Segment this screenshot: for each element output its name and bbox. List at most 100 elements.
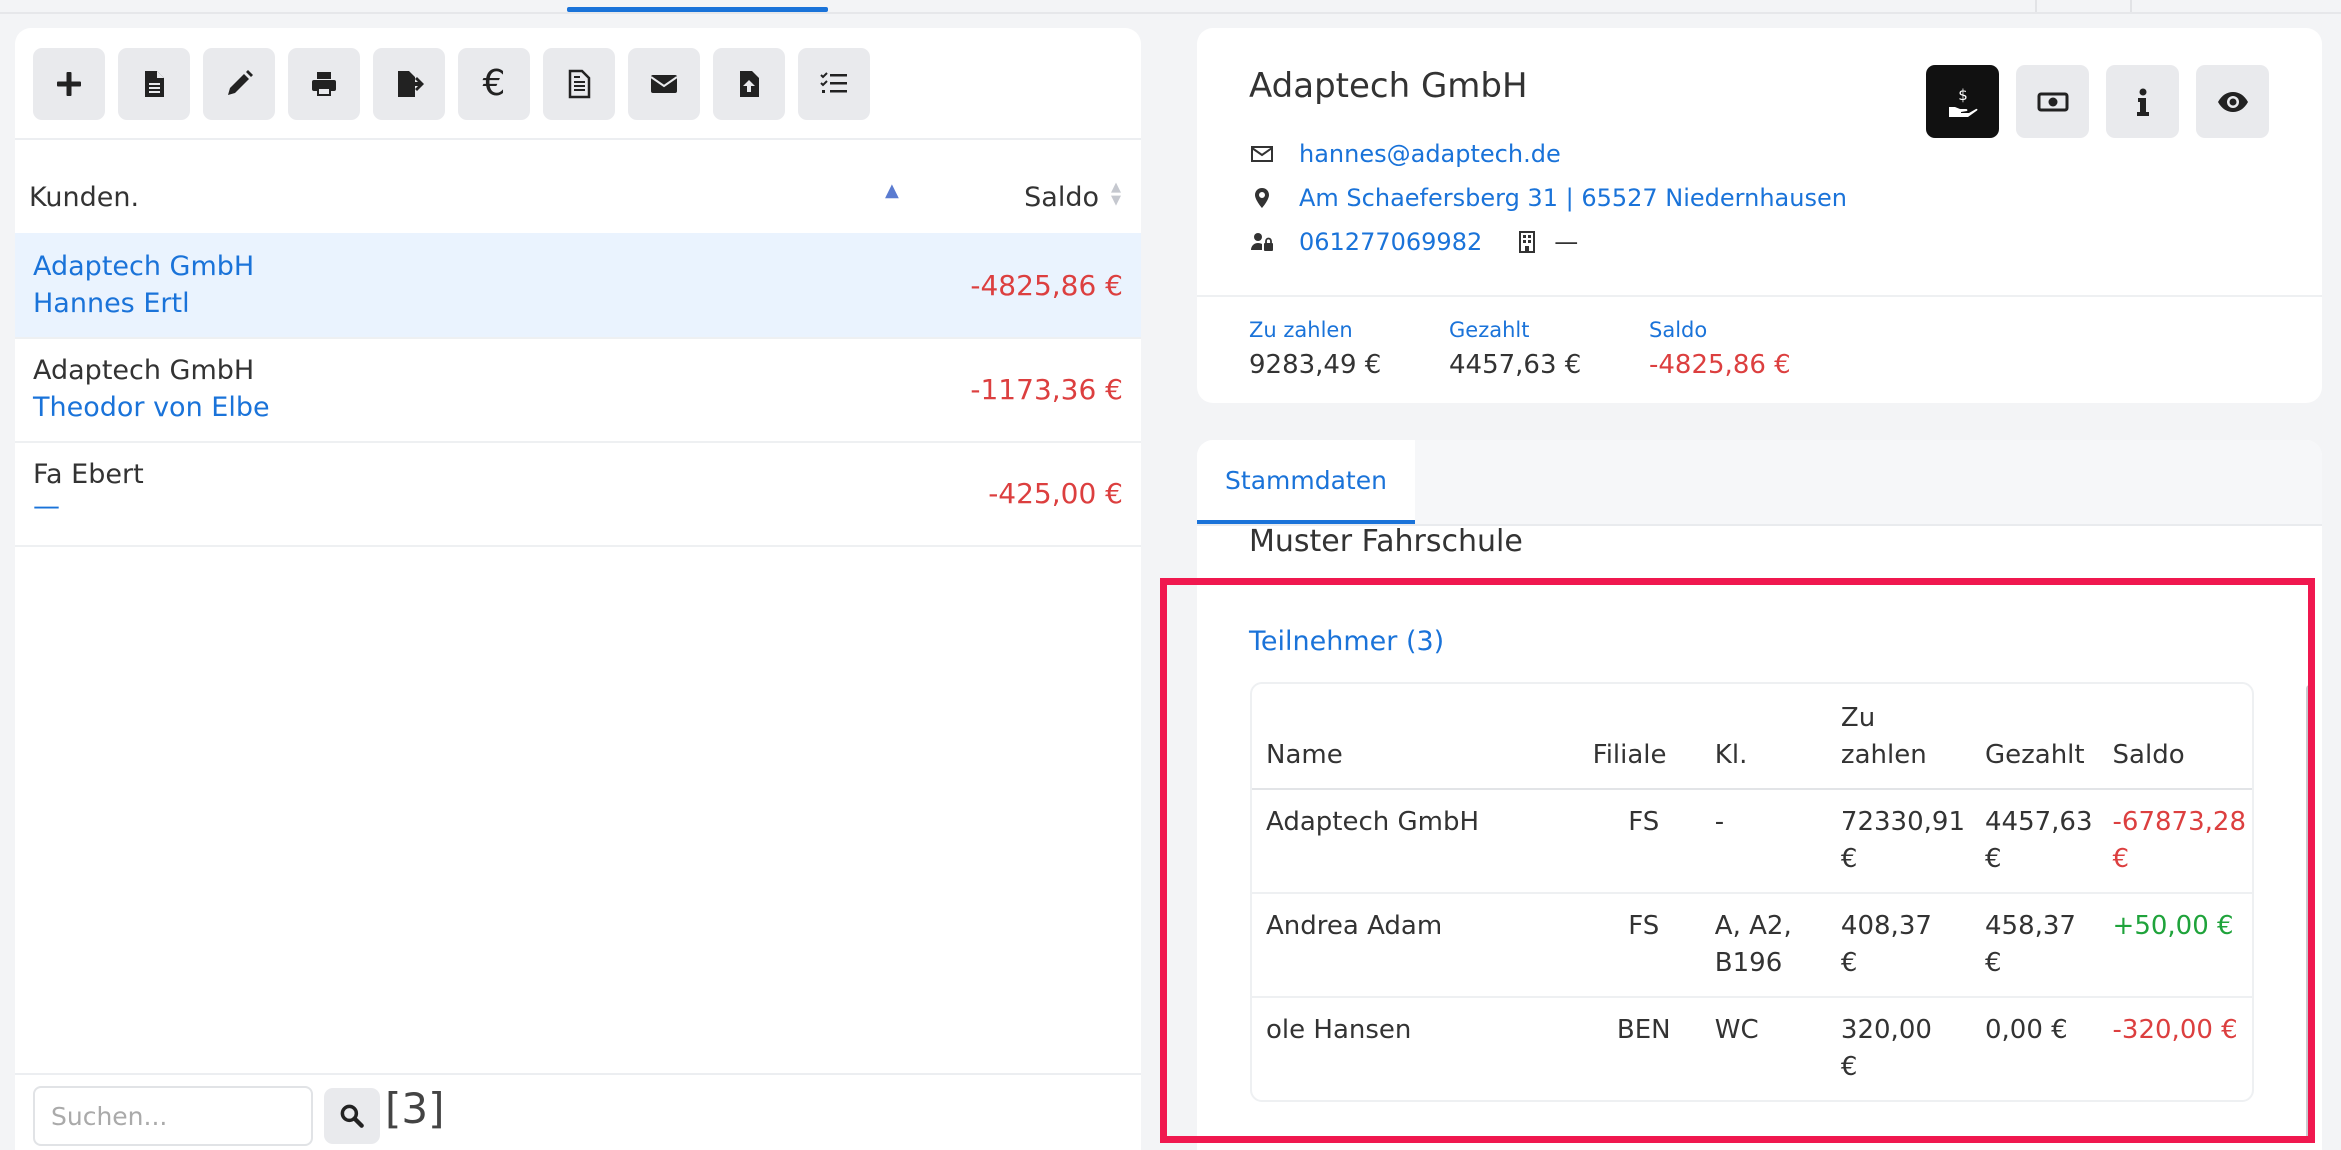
- pay-button[interactable]: $: [1926, 65, 1999, 138]
- customer-contact-link[interactable]: Hannes Ertl: [33, 288, 190, 319]
- edit-button[interactable]: [203, 48, 275, 120]
- customer-saldo: -1173,36 €: [970, 373, 1123, 406]
- print-button[interactable]: [288, 48, 360, 120]
- svg-text:$: $: [1958, 86, 1968, 104]
- header-line: zahlen: [1840, 740, 1927, 770]
- footer-divider: [15, 1073, 1141, 1075]
- table-header-row: Name Filiale Kl. Zu zahlen Gezahlt Saldo: [1252, 684, 2252, 790]
- participants-table: Name Filiale Kl. Zu zahlen Gezahlt Saldo …: [1250, 682, 2254, 1102]
- cell-gezahlt: 0,00 €: [1984, 1015, 2068, 1045]
- cell-line: 458,37: [1984, 911, 2076, 941]
- customer-row[interactable]: Adaptech GmbH Theodor von Elbe -1173,36 …: [15, 337, 1141, 443]
- cell-saldo: -320,00 €: [2112, 1015, 2238, 1045]
- summary-divider: [1197, 295, 2322, 297]
- cell-line: €: [1840, 844, 1858, 874]
- customer-contact-link[interactable]: —: [33, 491, 60, 522]
- search-icon: [340, 1104, 364, 1128]
- view-button[interactable]: [2196, 65, 2269, 138]
- sort-icon[interactable]: ▲ ▼: [1109, 181, 1123, 207]
- cell-saldo: +50,00 €: [2098, 893, 2252, 998]
- add-button[interactable]: [33, 48, 105, 120]
- cell-line: B196: [1714, 948, 1783, 978]
- payment-button[interactable]: €: [458, 48, 530, 120]
- upload-button[interactable]: [713, 48, 785, 120]
- export-button[interactable]: [373, 48, 445, 120]
- column-header-kl[interactable]: Kl.: [1700, 684, 1827, 790]
- cell-gezahlt: 458,37 €: [1970, 893, 2099, 998]
- info-button[interactable]: [2106, 65, 2179, 138]
- euro-icon: €: [482, 63, 506, 104]
- column-header-gezahlt[interactable]: Gezahlt: [1970, 684, 2099, 790]
- cell-kl: WC: [1714, 1015, 1759, 1045]
- toolbar: €: [33, 48, 870, 120]
- summary-label: Saldo: [1649, 318, 1708, 342]
- topbar-divider: [2035, 0, 2037, 12]
- participants-title[interactable]: Teilnehmer (3): [1249, 626, 1444, 657]
- column-header-zu-zahlen[interactable]: Zu zahlen: [1826, 684, 1971, 790]
- map-marker-icon: [1249, 185, 1275, 211]
- sort-ascending-icon[interactable]: ▲: [885, 180, 899, 201]
- customer-row[interactable]: Fa Ebert — -425,00 €: [15, 441, 1141, 547]
- cell-saldo: -67873,28 €: [2098, 789, 2252, 894]
- search-button[interactable]: [324, 1088, 380, 1144]
- email-button[interactable]: [628, 48, 700, 120]
- cell-kl: -: [1700, 789, 1827, 894]
- building-icon: [1514, 229, 1540, 255]
- column-header-saldo[interactable]: Saldo: [2098, 684, 2252, 790]
- summary-saldo: Saldo -4825,86 €: [1649, 318, 1791, 380]
- customer-list-panel: € Kunden. ▲ Saldo ▲ ▼ Adaptech GmbH Hanne…: [15, 28, 1141, 1150]
- cell-name: Andrea Adam: [1252, 893, 1579, 998]
- file-upload-icon: [740, 71, 759, 97]
- table-row[interactable]: Andrea Adam FS A, A2, B196 408,37 € 458,37…: [1252, 893, 2252, 998]
- cell-line: €: [1984, 948, 2002, 978]
- address-link[interactable]: Am Schaefersberg 31 | 65527 Niedernhause…: [1299, 184, 1847, 212]
- summary-value: 9283,49 €: [1249, 350, 1382, 380]
- search-input[interactable]: [33, 1086, 313, 1146]
- toolbar-divider: [15, 138, 1141, 140]
- detail-company-name: Adaptech GmbH: [1249, 66, 1528, 106]
- column-header-name[interactable]: Name: [1252, 684, 1579, 790]
- hand-holding-dollar-icon: $: [1948, 86, 1977, 117]
- cell-line: A, A2,: [1714, 911, 1792, 941]
- cell-line: €: [2112, 844, 2130, 874]
- email-link[interactable]: hannes@adaptech.de: [1299, 140, 1561, 168]
- cell-line: 4457,63: [1984, 807, 2093, 837]
- file-invoice-icon: [568, 69, 591, 99]
- cell-line: -67873,28: [2112, 807, 2246, 837]
- column-header-kunden[interactable]: Kunden.: [29, 182, 139, 213]
- cell-zu-zahlen: 408,37 €: [1826, 893, 1971, 998]
- table-row[interactable]: ole Hansen BEN WC 320,00 € 0,00 € -320,00…: [1252, 997, 2252, 1100]
- cell-filiale: FS: [1578, 789, 1701, 894]
- file-export-icon: [398, 71, 424, 97]
- table-row[interactable]: Adaptech GmbH FS - 72330,91 € 4457,63 € -6…: [1252, 789, 2252, 894]
- column-header-saldo[interactable]: Saldo: [1024, 182, 1099, 213]
- money-button[interactable]: [2016, 65, 2089, 138]
- document-button[interactable]: [118, 48, 190, 120]
- column-header-filiale[interactable]: Filiale: [1578, 684, 1701, 790]
- customer-company: Adaptech GmbH: [33, 355, 255, 386]
- organization-name: Muster Fahrschule: [1249, 524, 1523, 559]
- tab-stammdaten[interactable]: Stammdaten: [1197, 440, 1415, 524]
- customer-contact-link[interactable]: Theodor von Elbe: [33, 392, 270, 423]
- panel-scrollbar[interactable]: [2306, 685, 2313, 1140]
- cell-gezahlt: 4457,63 €: [1970, 789, 2099, 894]
- active-tab-indicator: [567, 7, 828, 12]
- phone-row: 061277069982 —: [1249, 228, 1578, 256]
- top-tab-strip: [0, 0, 2341, 14]
- money-bill-icon: [2037, 92, 2068, 111]
- detail-tabs-panel: Stammdaten Muster Fahrschule Teilnehmer …: [1197, 440, 2322, 1150]
- cell-filiale: BEN: [1616, 1015, 1671, 1045]
- file-icon: [145, 71, 164, 97]
- customer-row[interactable]: Adaptech GmbH Hannes Ertl -4825,86 €: [15, 233, 1141, 339]
- phone-link[interactable]: 061277069982: [1299, 228, 1482, 256]
- summary-value: 4457,63 €: [1449, 350, 1582, 380]
- user-lock-icon: [1249, 229, 1275, 255]
- checklist-icon: [820, 72, 847, 93]
- tasks-button[interactable]: [798, 48, 870, 120]
- cell-name: ole Hansen: [1266, 1015, 1412, 1045]
- address-row: Am Schaefersberg 31 | 65527 Niedernhause…: [1249, 184, 1847, 212]
- invoice-button[interactable]: [543, 48, 615, 120]
- eye-icon: [2217, 91, 2248, 112]
- cell-line: 320,00: [1840, 1015, 1932, 1045]
- cell-line: €: [1984, 844, 2002, 874]
